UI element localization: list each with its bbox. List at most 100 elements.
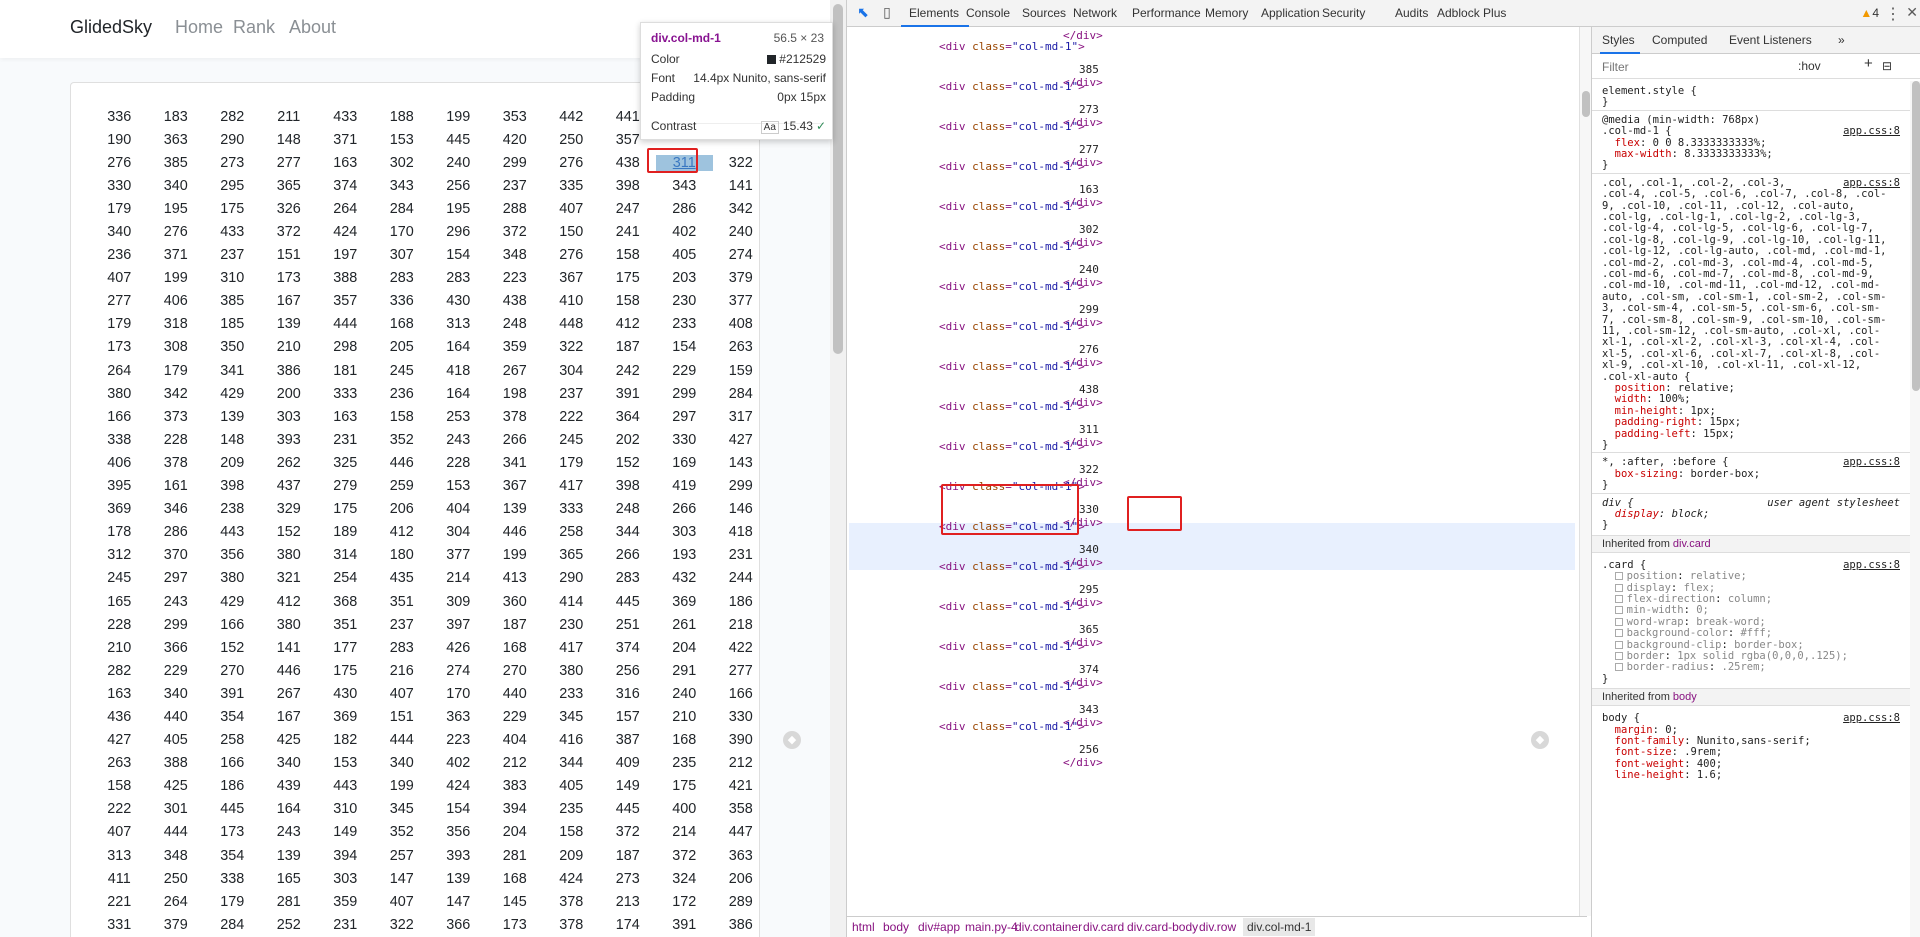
dom-div-open-tag[interactable]: <div class="col-md-1"> (939, 560, 1085, 573)
hover-state-button[interactable]: :hov (1798, 59, 1821, 73)
breadcrumb-item[interactable]: body (883, 920, 909, 934)
dom-text-node[interactable]: 302 (1079, 223, 1099, 236)
tab-network[interactable]: Network (1073, 6, 1117, 20)
property-checkbox[interactable] (1614, 629, 1623, 638)
dom-div-open-tag[interactable]: <div class="col-md-1"> (939, 400, 1085, 413)
page-scrollbar-thumb[interactable] (833, 4, 843, 354)
dom-div-open-tag[interactable]: <div class="col-md-1"> (939, 600, 1085, 613)
breadcrumb-item[interactable]: div.card-body (1127, 920, 1198, 934)
grid-cell: 424 (446, 778, 471, 795)
new-rule-icon[interactable]: + (1864, 55, 1873, 72)
dom-div-open-tag[interactable]: <div class="col-md-1"> (939, 360, 1085, 373)
source-link[interactable]: app.css:8 (1843, 559, 1900, 571)
computed-sidebar-icon[interactable]: ⊟ (1882, 59, 1892, 73)
tab-security[interactable]: Security (1322, 6, 1365, 20)
source-link[interactable]: app.css:8 (1843, 456, 1900, 468)
tab-elements[interactable]: Elements (909, 6, 959, 20)
tab-application[interactable]: Application (1261, 6, 1320, 20)
property-checkbox[interactable] (1614, 652, 1623, 660)
source-link[interactable]: app.css:8 (1843, 712, 1900, 724)
dom-div-open-tag[interactable]: <div class="col-md-1"> (939, 200, 1085, 213)
property-checkbox[interactable] (1614, 617, 1623, 626)
dom-text-node[interactable]: 343 (1079, 703, 1099, 716)
property-checkbox[interactable] (1614, 640, 1623, 649)
dom-text-node[interactable]: 163 (1079, 183, 1099, 196)
dom-div-open-tag[interactable]: <div class="col-md-1"> (939, 240, 1085, 253)
source-link[interactable]: app.css:8 (1843, 125, 1900, 137)
dom-text-node[interactable]: 322 (1079, 463, 1099, 476)
dom-text-node[interactable]: 299 (1079, 303, 1099, 316)
styles-filter-input[interactable] (1600, 58, 1780, 75)
dom-div-open-tag[interactable]: <div class="col-md-1"> (939, 120, 1085, 133)
tab-event-listeners[interactable]: Event Listeners (1729, 33, 1812, 47)
close-icon[interactable]: ✕ (1906, 4, 1918, 21)
elements-scrollbar-thumb[interactable] (1582, 91, 1590, 117)
dom-text-node[interactable]: 240 (1079, 263, 1099, 276)
more-options-icon[interactable]: ⋮ (1885, 4, 1901, 24)
dom-text-node[interactable]: 277 (1079, 143, 1099, 156)
more-tabs-icon[interactable]: » (1838, 33, 1845, 47)
dom-text-node[interactable]: 330 (1079, 503, 1099, 516)
tab-sources[interactable]: Sources (1022, 6, 1066, 20)
dom-div-open-tag[interactable]: <div class="col-md-1"> (939, 680, 1085, 693)
dom-text-node[interactable]: 438 (1079, 383, 1099, 396)
property-checkbox[interactable] (1614, 595, 1623, 603)
dom-div-close-tag[interactable]: </div> (1063, 756, 1103, 769)
pen-icon[interactable]: ◆ (783, 731, 801, 749)
dom-text-node[interactable]: 311 (1079, 423, 1099, 436)
breadcrumb-item[interactable]: div.row (1199, 920, 1236, 934)
dom-div-open-tag[interactable]: <div class="col-md-1"> (939, 80, 1085, 93)
tab-audits[interactable]: Audits (1395, 6, 1428, 20)
tab-adblock-plus[interactable]: Adblock Plus (1437, 6, 1506, 20)
dom-text-node[interactable]: 385 (1079, 63, 1099, 76)
dom-div-open-tag[interactable]: <div class="col-md-1"> (939, 720, 1085, 733)
tab-computed[interactable]: Computed (1652, 33, 1707, 47)
property-checkbox[interactable] (1614, 663, 1623, 672)
dom-text-node[interactable]: 374 (1079, 663, 1099, 676)
warnings-badge[interactable]: ▲4 (1860, 6, 1879, 20)
pen-icon[interactable]: ◆ (1531, 731, 1549, 749)
styles-scrollbar-thumb[interactable] (1912, 81, 1920, 391)
page-scrollbar[interactable] (830, 0, 846, 937)
tab-console[interactable]: Console (966, 6, 1010, 20)
property-checkbox[interactable] (1614, 583, 1623, 592)
inherited-selector[interactable]: div.card (1673, 538, 1711, 550)
tab-memory[interactable]: Memory (1205, 6, 1248, 20)
dom-div-open-tag[interactable]: <div class="col-md-1"> (939, 640, 1085, 653)
tab-styles[interactable]: Styles (1602, 33, 1635, 47)
nav-home-link[interactable]: Home (175, 17, 223, 38)
tab-performance[interactable]: Performance (1132, 6, 1201, 20)
attr-name: class (972, 320, 1006, 333)
dom-div-open-tag[interactable]: <div class="col-md-1"> (939, 160, 1085, 173)
property-checkbox[interactable] (1614, 572, 1623, 581)
text-node-value: 163 (1079, 183, 1099, 196)
source-link[interactable]: app.css:8 (1843, 177, 1900, 189)
attr-name: class (972, 240, 1006, 253)
property-checkbox[interactable] (1614, 606, 1623, 615)
breadcrumb-item[interactable]: div.col-md-1 (1243, 918, 1316, 936)
dom-text-node[interactable]: 276 (1079, 343, 1099, 356)
nav-about-link[interactable]: About (289, 17, 336, 38)
dom-div-open-tag[interactable]: <div class="col-md-1"> (939, 440, 1085, 453)
dom-text-node[interactable]: 365 (1079, 623, 1099, 636)
styles-scrollbar[interactable] (1910, 81, 1920, 937)
nav-rank-link[interactable]: Rank (233, 17, 275, 38)
brand-logo-text[interactable]: GlidedSky (70, 17, 152, 38)
dom-div-open-tag[interactable]: <div class="col-md-1"> (939, 280, 1085, 293)
selector-line: 3, .col-sm-4, .col-sm-5, .col-sm-6, .col… (1602, 302, 1880, 314)
inspect-element-icon[interactable]: ⬉ (854, 4, 872, 22)
dom-text-node[interactable]: 340 (1079, 543, 1099, 556)
breadcrumb-item[interactable]: html (852, 920, 875, 934)
inherited-selector[interactable]: body (1673, 691, 1697, 703)
dom-text-node[interactable]: 256 (1079, 743, 1099, 756)
breadcrumb-item[interactable]: main.py-4 (965, 920, 1018, 934)
breadcrumb-item[interactable]: div#app (918, 920, 960, 934)
elements-scrollbar[interactable] (1579, 27, 1591, 916)
dom-div-open-tag[interactable]: <div class="col-md-1"> (939, 320, 1085, 333)
dom-text-node[interactable]: 295 (1079, 583, 1099, 596)
breadcrumb-item[interactable]: div.card (1083, 920, 1124, 934)
breadcrumb-item[interactable]: div.container (1015, 920, 1082, 934)
device-toolbar-icon[interactable]: ▯ (878, 4, 896, 22)
dom-text-node[interactable]: 273 (1079, 103, 1099, 116)
dom-div-open-tag[interactable]: <div class="col-md-1"> (939, 40, 1085, 53)
